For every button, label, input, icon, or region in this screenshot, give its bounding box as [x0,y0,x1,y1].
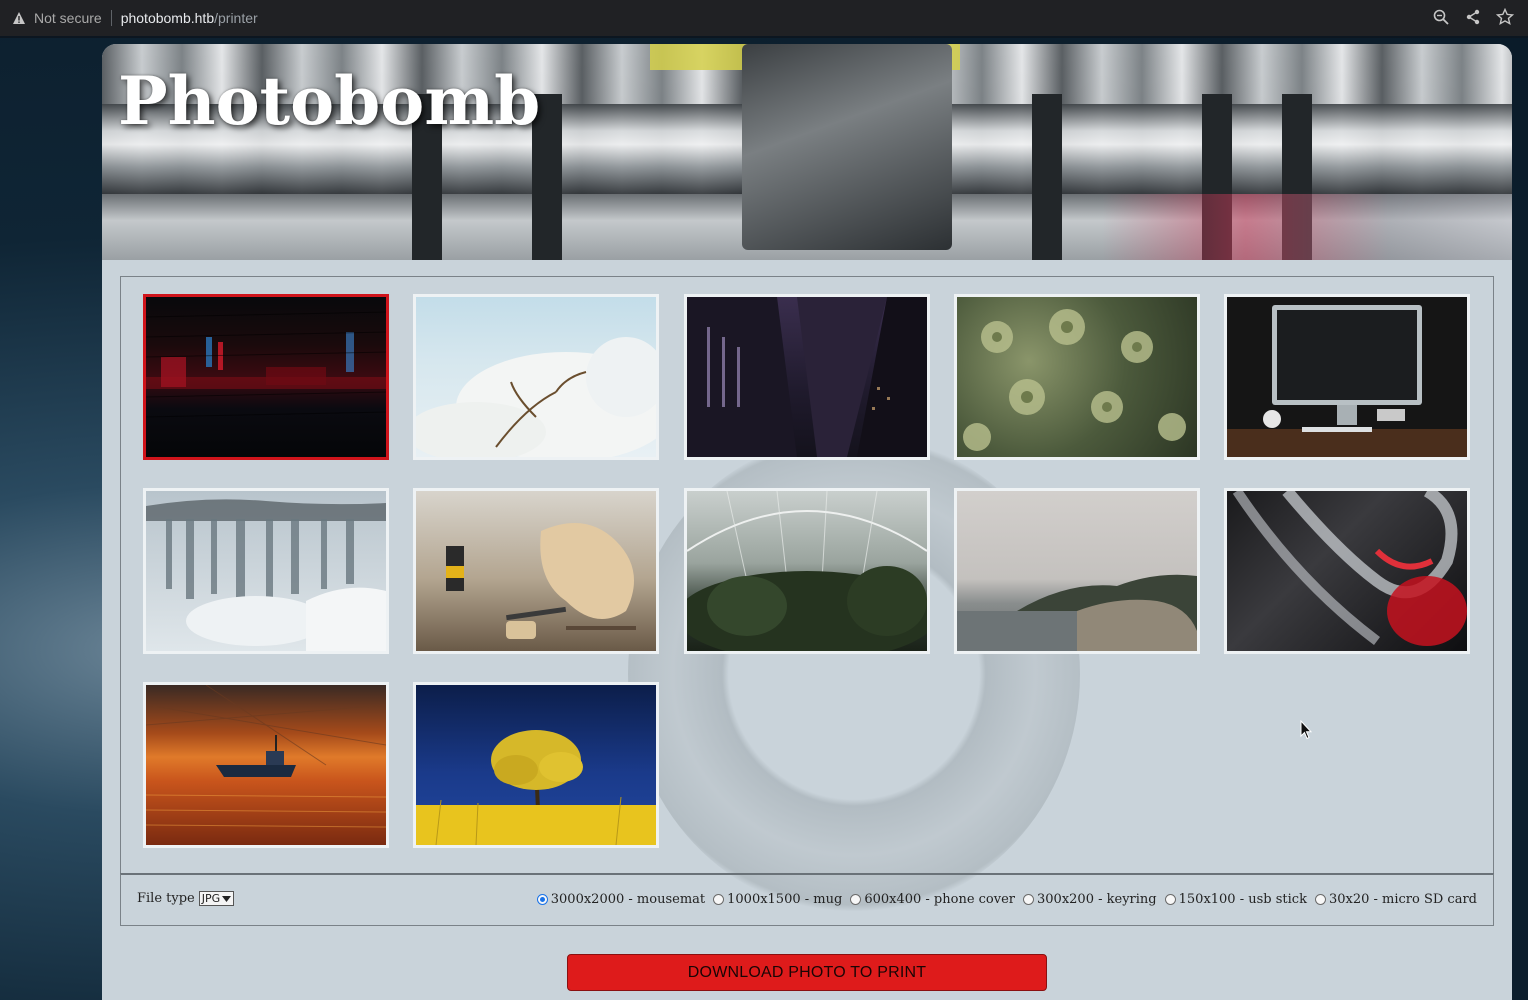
dimension-option[interactable]: 600x400 - phone cover [850,892,1015,907]
dimension-options: 3000x2000 - mousemat 1000x1500 - mug 600… [529,892,1477,907]
toolbar-shadow [0,36,1528,38]
browser-address-bar[interactable]: Not secure photobomb.htb/printer [0,0,1528,36]
download-button[interactable]: DOWNLOAD PHOTO TO PRINT [567,954,1047,991]
radio-button[interactable] [713,894,725,905]
zoom-icon[interactable] [1432,8,1450,26]
dimension-label: 3000x2000 - mousemat [550,892,706,907]
banner-paper-print [1102,194,1512,260]
file-type-select[interactable]: JPG [198,891,235,906]
dimension-label: 600x400 - phone cover [864,892,1016,907]
page-container: Photobomb File type JPG 3000x2000 - mous… [102,44,1512,1000]
photo-thumbnail[interactable] [684,488,930,654]
dimension-label: 30x20 - micro SD card [1328,892,1477,907]
header-banner: Photobomb [102,44,1512,260]
photo-thumbnail[interactable] [413,488,659,654]
photo-thumbnail[interactable] [954,294,1200,460]
security-label[interactable]: Not secure [34,10,102,26]
radio-button[interactable] [536,894,548,905]
browser-tools [1432,7,1515,26]
divider [110,10,112,26]
radio-button[interactable] [1164,894,1176,905]
dimension-label: 1000x1500 - mug [727,892,843,907]
dimension-label: 150x100 - usb stick [1178,892,1307,907]
bookmark-star-icon[interactable] [1495,7,1515,26]
banner-printer-head [742,44,952,250]
radio-button[interactable] [1314,894,1326,905]
page-title: Photobomb [118,62,541,140]
url-path[interactable]: /printer [214,10,258,26]
dimension-option[interactable]: 150x100 - usb stick [1164,892,1307,907]
radio-button[interactable] [850,894,862,905]
file-type-group: File type JPG [137,891,235,906]
radio-button[interactable] [1023,894,1035,905]
photo-thumbnail[interactable] [143,294,389,460]
warning-icon[interactable] [12,11,26,25]
banner-band [1032,94,1062,260]
photo-thumbnail[interactable] [954,488,1200,654]
dimension-label: 300x200 - keyring [1037,892,1157,907]
share-icon[interactable] [1464,8,1482,26]
dimension-option[interactable]: 1000x1500 - mug [713,892,842,907]
photo-thumbnail[interactable] [1224,294,1470,460]
url-host[interactable]: photobomb.htb [121,10,214,26]
mouse-cursor-icon [1300,720,1312,740]
dimension-option[interactable]: 3000x2000 - mousemat [536,892,706,907]
dimension-option[interactable]: 300x200 - keyring [1023,892,1157,907]
dimension-option[interactable]: 30x20 - micro SD card [1314,892,1477,907]
chevron-down-icon [222,895,232,902]
photo-gallery [120,276,1494,874]
file-type-label: File type [137,891,195,906]
photo-thumbnail[interactable] [413,682,659,848]
photo-thumbnail[interactable] [143,488,389,654]
photo-thumbnail[interactable] [143,682,389,848]
photo-thumbnail[interactable] [1224,488,1470,654]
print-options: File type JPG 3000x2000 - mousemat 1000x… [120,873,1494,926]
photo-thumbnail[interactable] [413,294,659,460]
file-type-value: JPG [201,892,221,905]
url[interactable]: photobomb.htb/printer [121,10,258,26]
photo-thumbnail[interactable] [684,294,930,460]
